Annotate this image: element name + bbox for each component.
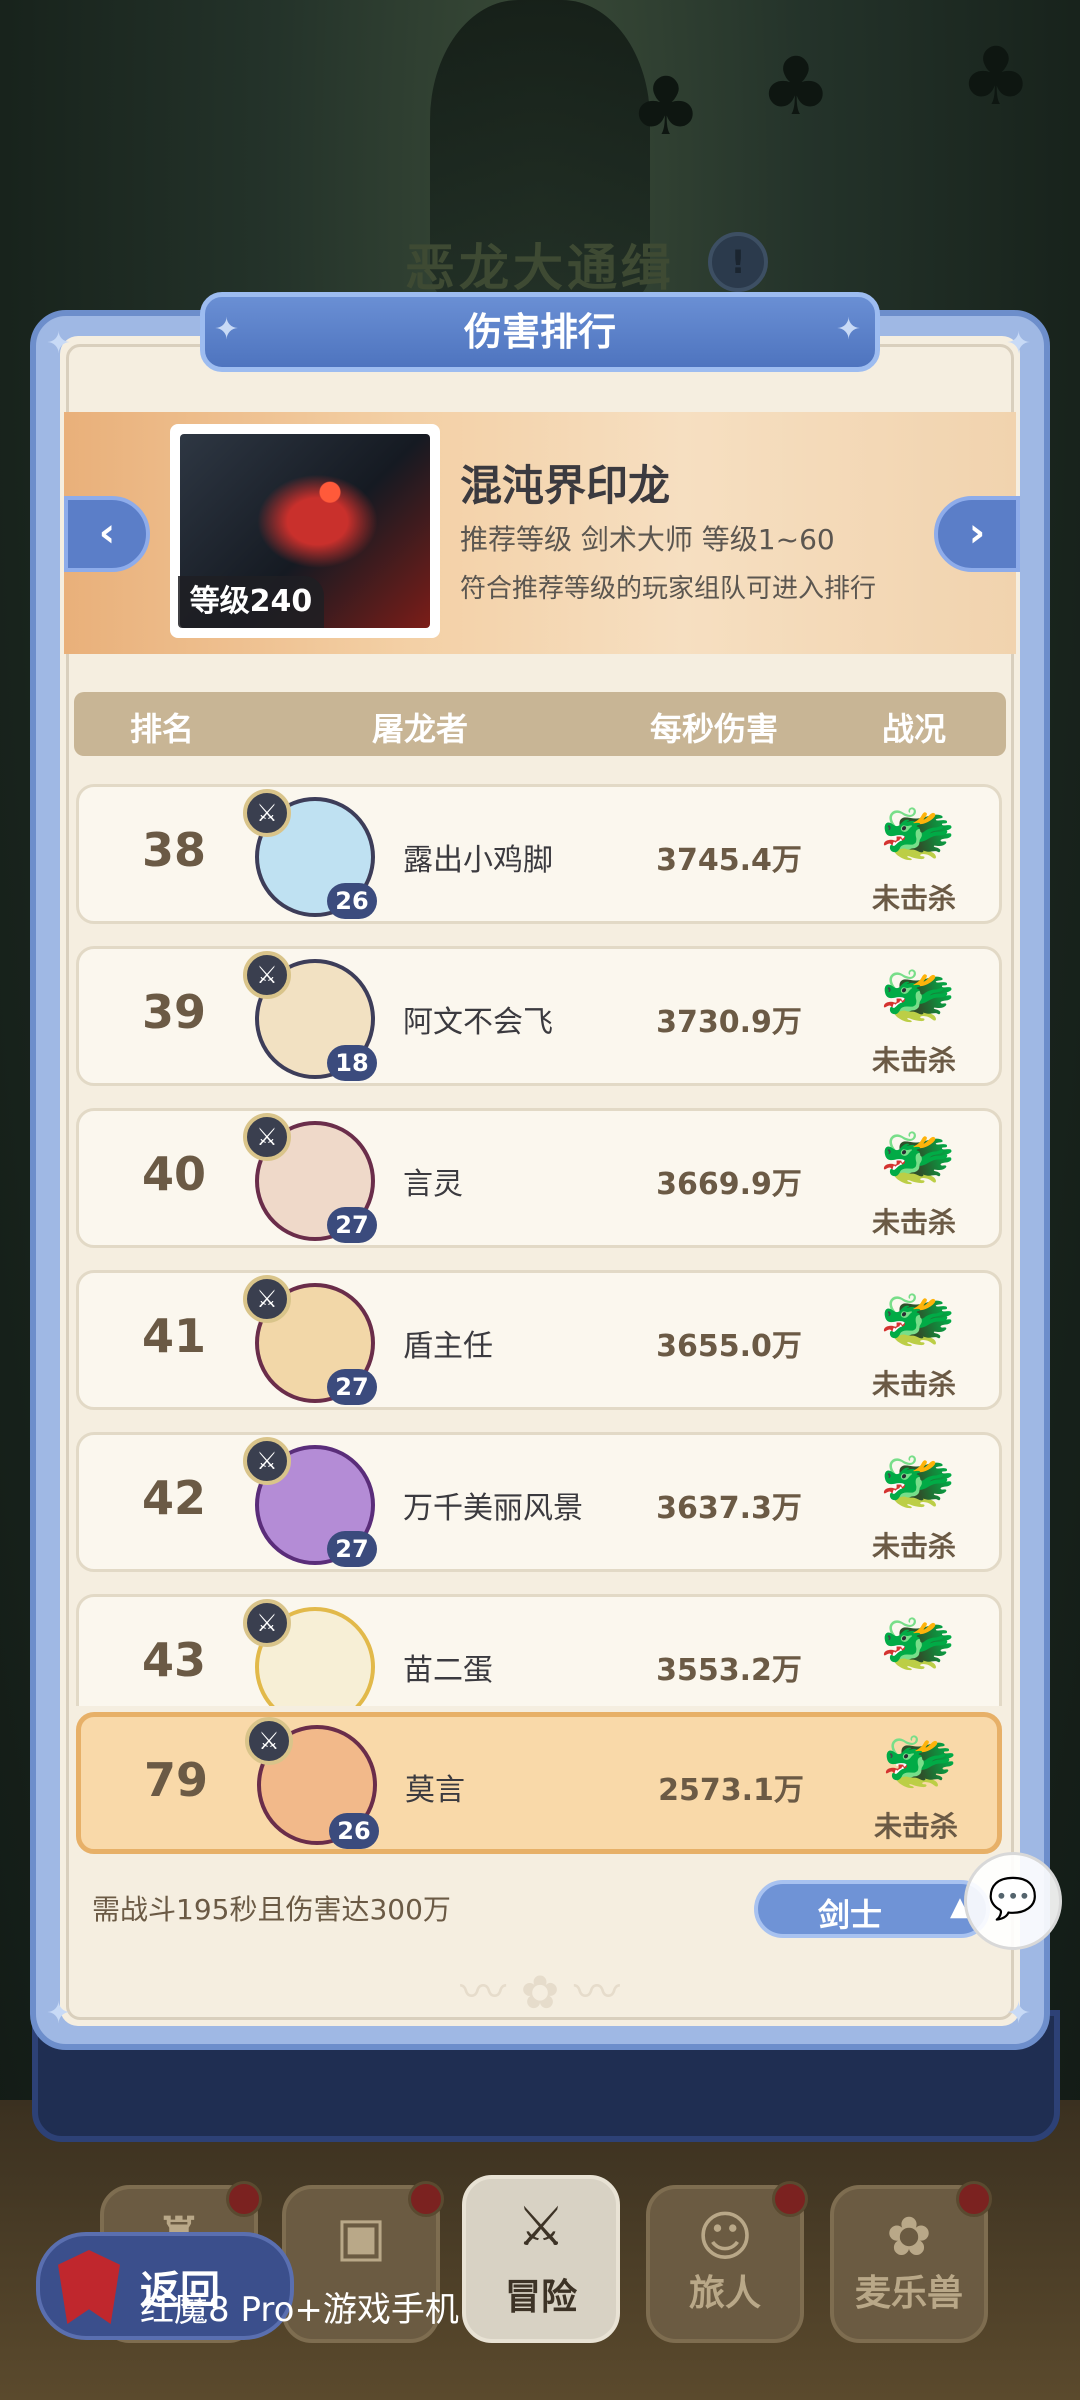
my-rank-number: 79 [143,1753,208,1807]
rank-number: 42 [141,1471,206,1525]
my-name: 莫言 [405,1773,465,1808]
dragon-icon: 🐲 [879,1282,957,1355]
screen-title: 恶龙大通缉 [405,239,675,297]
notification-dot [772,2181,808,2217]
ribbon-ornament: ✦ [836,312,862,347]
chevron-right-icon: › [968,510,986,556]
prev-boss-button[interactable]: ‹ [64,496,150,572]
notification-dot [408,2181,444,2217]
palm-tree: ♣ [760,40,832,133]
rank-number: 41 [141,1309,206,1363]
nav-traveler-label: 旅人 [688,2273,761,2314]
table-row[interactable]: 40 ⚔ 27 言灵 3669.9万 🐲 未击杀 [76,1108,1002,1248]
boss-name: 混沌界印龙 [460,461,671,510]
table-row[interactable]: 39 ⚔ 18 阿文不会飞 3730.9万 🐲 未击杀 [76,946,1002,1086]
palm-tree: ♣ [630,60,702,153]
corner-ornament: ✦ [1006,326,1032,361]
my-rank-row[interactable]: 79 ⚔ 26 莫言 2573.1万 🐲 未击杀 [76,1712,1002,1854]
pet-icon: ✿ [886,2205,932,2268]
table-header: 排名 屠龙者 每秒伤害 战况 [74,692,1006,756]
sword-icon: ⚔ [243,1275,291,1323]
kill-status: 未击杀 [871,1368,956,1401]
ranking-list[interactable]: 38 ⚔ 26 露出小鸡脚 3745.4万 🐲 未击杀 39 ⚔ 18 阿文不会… [64,776,1016,1706]
table-row[interactable]: 42 ⚔ 27 万千美丽风景 3637.3万 🐲 未击杀 [76,1432,1002,1572]
damage-value: 3730.9万 [656,1005,802,1040]
damage-value: 3655.0万 [656,1329,802,1364]
panel-title: 伤害排行 [200,292,880,372]
boss-recommend: 推荐等级 剑术大师 等级1~60 [460,523,835,556]
class-filter-label: 剑士 [818,1896,883,1934]
corner-ornament: ✦ [46,326,72,361]
player-level: 26 [327,883,377,919]
boss-rule: 符合推荐等级的玩家组队可进入排行 [460,574,877,604]
nav-pet-label: 麦乐兽 [854,2273,963,2314]
player-name: 盾主任 [403,1329,493,1364]
nav-pet[interactable]: ✿ 麦乐兽 [830,2181,992,2343]
sword-icon: ⚔ [243,1437,291,1485]
header-rank: 排名 [130,710,195,748]
rank-number: 43 [141,1633,206,1687]
sword-icon: ⚔ [243,789,291,837]
player-level: 27 [327,1207,377,1243]
chevron-left-icon: ‹ [98,510,116,556]
decorative-ornament: 〰 ✿ 〰 [460,1965,620,2019]
help-icon[interactable]: ! [708,232,768,292]
dragon-icon: 🐲 [881,1724,959,1797]
damage-value: 3553.2万 [656,1653,802,1688]
rank-number: 39 [141,985,206,1039]
sword-icon: ⚔ [243,1113,291,1161]
chat-icon[interactable]: 💬 [964,1852,1062,1950]
header-player: 屠龙者 [372,710,469,748]
kill-status: 未击杀 [871,1044,956,1077]
device-watermark: 红魔8 Pro+游戏手机 [140,2290,459,2330]
header-damage: 每秒伤害 [650,710,779,748]
palm-tree: ♣ [960,30,1032,123]
kill-status: 未击杀 [871,1530,956,1563]
nav-adventure-label: 冒险 [504,2277,577,2318]
player-level: 27 [327,1531,377,1567]
player-name: 万千美丽风景 [403,1491,583,1526]
ranking-requirement: 需战斗195秒且伤害达300万 [92,1893,451,1926]
notification-dot [956,2181,992,2217]
player-name: 露出小鸡脚 [403,843,553,878]
table-row[interactable]: 38 ⚔ 26 露出小鸡脚 3745.4万 🐲 未击杀 [76,784,1002,924]
dragon-icon: 🐲 [879,796,957,869]
my-damage: 2573.1万 [658,1773,804,1808]
dragon-icon: 🐲 [879,958,957,1031]
player-name: 苗二蛋 [403,1653,493,1688]
rank-number: 38 [141,823,206,877]
next-boss-button[interactable]: › [934,496,1020,572]
ribbon-ornament: ✦ [214,312,240,347]
my-kill-status: 未击杀 [873,1810,958,1843]
damage-value: 3669.9万 [656,1167,802,1202]
dragon-icon: 🐲 [879,1120,957,1193]
rank-number: 40 [141,1147,206,1201]
kill-status: 未击杀 [871,882,956,915]
dragon-icon: 🐲 [879,1444,957,1517]
player-name: 言灵 [403,1167,463,1202]
traveler-icon: ☺ [696,2205,754,2268]
kill-status: 未击杀 [871,1206,956,1239]
chest-icon: ▣ [335,2205,387,2268]
nav-traveler[interactable]: ☺ 旅人 [646,2181,808,2343]
damage-value: 3745.4万 [656,843,802,878]
nav-adventure[interactable]: ⚔ 冒险 [462,2175,620,2343]
my-level: 26 [329,1813,379,1849]
player-name: 阿文不会飞 [403,1005,553,1040]
crossed-swords-icon: ⚔ [516,2195,566,2258]
class-filter-button[interactable]: 剑士 ▲ [754,1880,990,1938]
table-row[interactable]: 41 ⚔ 27 盾主任 3655.0万 🐲 未击杀 [76,1270,1002,1410]
header-status: 战况 [882,710,947,748]
damage-value: 3637.3万 [656,1491,802,1526]
boss-level-badge: 等级240 [178,576,324,628]
table-row[interactable]: 43 ⚔ 苗二蛋 3553.2万 🐲 [76,1594,1002,1706]
dragon-icon: 🐲 [879,1606,957,1679]
sword-icon: ⚔ [243,951,291,999]
player-level: 27 [327,1369,377,1405]
sword-icon: ⚔ [243,1599,291,1647]
player-level: 18 [327,1045,377,1081]
notification-dot [226,2181,262,2217]
sword-icon: ⚔ [245,1717,293,1765]
